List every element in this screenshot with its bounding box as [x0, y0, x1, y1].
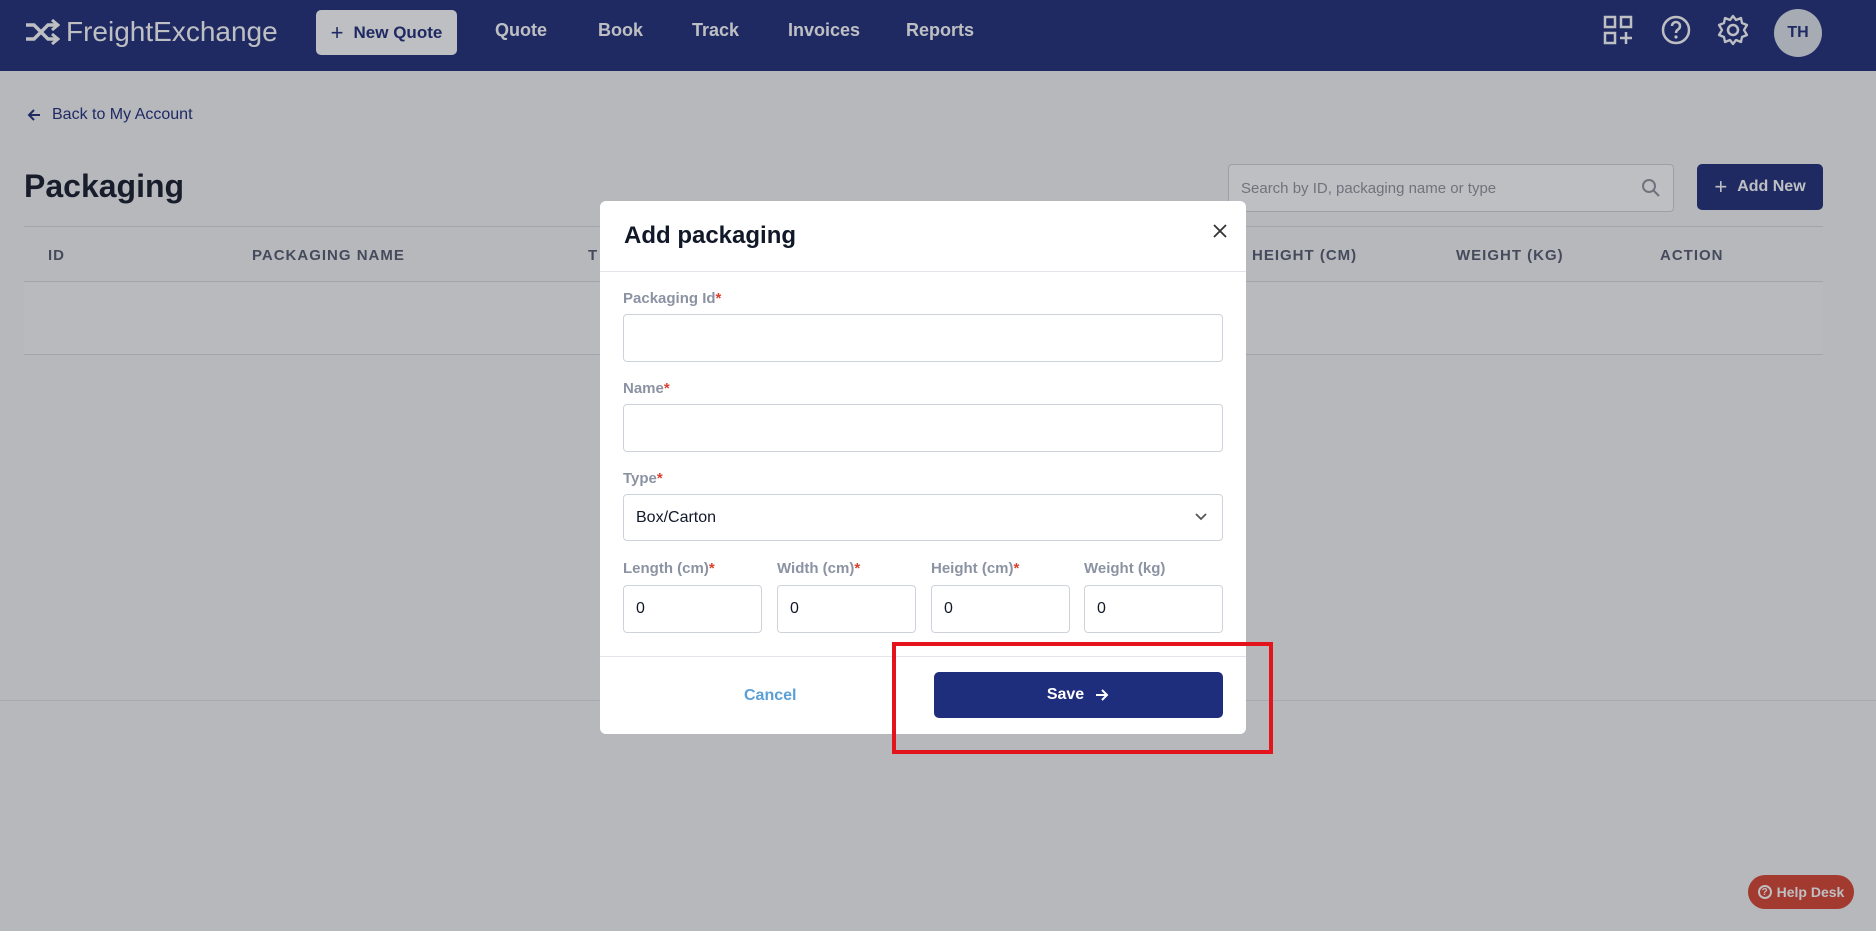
width-input[interactable]	[777, 585, 916, 633]
type-label: Type*	[623, 470, 663, 487]
name-label: Name*	[623, 380, 670, 397]
close-icon[interactable]	[1210, 221, 1230, 241]
length-input[interactable]	[623, 585, 762, 633]
save-label: Save	[1046, 686, 1085, 703]
width-label: Width (cm)*	[777, 560, 861, 577]
name-input[interactable]	[623, 404, 1223, 452]
type-selected-value: Box/Carton	[636, 508, 717, 526]
height-label: Height (cm)*	[931, 560, 1020, 577]
weight-label: Weight (kg)	[1084, 560, 1166, 577]
modal-header: Add packaging	[600, 201, 1246, 272]
modal-footer-divider	[600, 656, 1246, 657]
packaging-id-label: Packaging Id*	[623, 290, 722, 307]
cancel-button[interactable]: Cancel	[744, 687, 796, 705]
arrow-right-icon	[1096, 689, 1109, 701]
add-packaging-modal: Add packaging Packaging Id* Name* Type* …	[600, 201, 1246, 734]
chevron-down-icon	[1195, 513, 1207, 521]
packaging-id-input[interactable]	[623, 314, 1223, 362]
type-select[interactable]: Box/Carton	[623, 494, 1223, 541]
height-input[interactable]	[931, 585, 1070, 633]
weight-input[interactable]	[1084, 585, 1223, 633]
length-label: Length (cm)*	[623, 560, 715, 577]
save-button[interactable]: Save	[934, 672, 1223, 718]
modal-title: Add packaging	[624, 222, 797, 249]
